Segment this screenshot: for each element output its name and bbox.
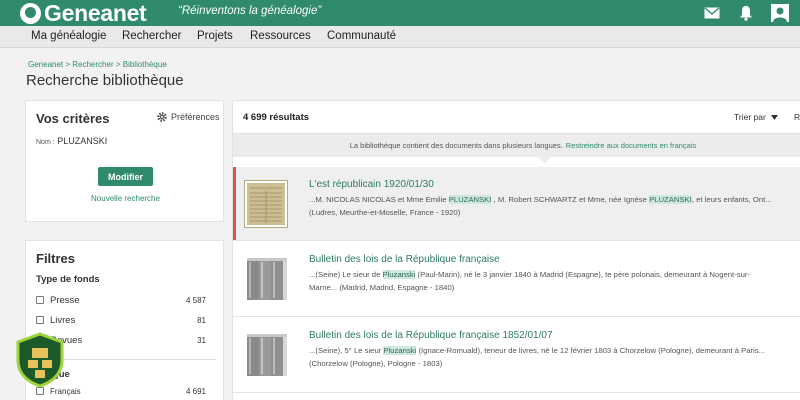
result-item[interactable]: Bulletin des lois de la République franç… xyxy=(233,318,800,393)
books-thumbnail[interactable] xyxy=(245,332,287,378)
filter-count: 4 587 xyxy=(185,295,206,305)
books-thumbnail[interactable] xyxy=(245,256,287,302)
caret-down-icon xyxy=(770,114,778,120)
nav-projets[interactable]: Projets xyxy=(197,30,233,42)
newspaper-thumbnail[interactable] xyxy=(245,181,287,227)
highlight: PLUZANSKI xyxy=(649,195,692,204)
preferences-link[interactable]: Préférences xyxy=(157,112,220,122)
filter-livres[interactable]: Livres 81 xyxy=(36,313,206,327)
checkbox[interactable] xyxy=(36,316,44,324)
notice-arrow xyxy=(539,157,551,163)
snippet-text: (Ignace-Romuald), teneur de livres, né l… xyxy=(416,346,766,355)
restrict-french-link[interactable]: Restreindre aux documents en français xyxy=(566,141,697,150)
brand-name: Geneanet xyxy=(44,0,147,26)
highlight: Pluzanski xyxy=(382,270,416,279)
result-item[interactable]: L'est républicain 1920/01/30 ...M. NICOL… xyxy=(233,167,800,241)
filters-title: Filtres xyxy=(36,251,76,266)
checkbox[interactable] xyxy=(36,387,44,395)
main-nav: Ma généalogie Rechercher Projets Ressour… xyxy=(0,26,800,48)
fonds-type-title: Type de fonds xyxy=(36,274,100,285)
nav-communaute[interactable]: Communauté xyxy=(327,30,396,42)
modify-button[interactable]: Modifier xyxy=(98,167,153,186)
snippet-text: ...(Seine), 5° Le sieur xyxy=(309,346,384,355)
criteria-panel: Vos critères Préférences Nom : PLUZANSKI… xyxy=(25,100,224,222)
results-panel: 4 699 résultats Trier par R La bibliothè… xyxy=(232,100,800,400)
nav-ressources[interactable]: Ressources xyxy=(250,30,311,42)
result-meta: Marne... (Madrid, Madrid, Espagne - 1840… xyxy=(309,283,455,292)
shield-badge-icon[interactable] xyxy=(16,332,64,388)
tree-logo-icon xyxy=(20,2,41,24)
result-meta: (Chorzelow (Pologne), Pologne - 1803) xyxy=(309,359,443,368)
active-indicator xyxy=(233,167,236,240)
gear-icon xyxy=(157,112,167,122)
name-label: Nom : xyxy=(36,139,55,146)
sort-label: Trier par xyxy=(734,112,766,122)
name-value: PLUZANSKI xyxy=(57,136,108,146)
result-item[interactable]: Bulletin des lois de la République franç… xyxy=(233,242,800,317)
result-title[interactable]: Bulletin des lois de la République franç… xyxy=(309,254,500,265)
snippet-text: , M. Robert SCHWARTZ et Mme, née Ignèse xyxy=(491,195,650,204)
result-title[interactable]: L'est républicain 1920/01/30 xyxy=(309,179,434,190)
results-count: 4 699 résultats xyxy=(243,112,310,123)
snippet-text: ...M. NICOLAS NICOLAS et Mme Emilie xyxy=(309,195,449,204)
filter-label: Presse xyxy=(50,294,80,306)
preferences-label: Préférences xyxy=(171,112,220,122)
mail-icon[interactable] xyxy=(702,3,722,23)
sort-extra[interactable]: R xyxy=(794,112,800,122)
language-notice: La bibliothèque contient des documents d… xyxy=(233,134,800,157)
sort-dropdown[interactable]: Trier par xyxy=(734,112,778,122)
snippet-text: , et leurs enfants, Ont... xyxy=(691,195,772,204)
user-icon[interactable] xyxy=(770,3,790,23)
top-bar: Geneanet “Réinventons la généalogie” xyxy=(0,0,800,26)
criteria-name: Nom : PLUZANSKI xyxy=(36,136,107,146)
criteria-title: Vos critères xyxy=(36,111,110,126)
bell-icon[interactable] xyxy=(736,3,756,23)
result-meta: (Ludres, Meurthe-et-Moselle, France - 19… xyxy=(309,208,461,217)
filter-presse[interactable]: Presse 4 587 xyxy=(36,293,206,307)
page-title: Recherche bibliothèque xyxy=(26,72,184,89)
notice-text: La bibliothèque contient des documents d… xyxy=(349,141,563,150)
snippet-text: (Paul-Marin), né le 3 janvier 1840 à Mad… xyxy=(415,270,750,279)
breadcrumb[interactable]: Geneanet > Rechercher > Bibliothèque xyxy=(28,60,167,69)
result-snippet: ...(Seine) Le sieur de Pluzanski (Paul-M… xyxy=(309,268,800,294)
geneanet-logo[interactable]: Geneanet xyxy=(20,0,147,26)
filter-label: Livres xyxy=(50,314,76,326)
checkbox[interactable] xyxy=(36,296,44,304)
highlight: Pluzanski xyxy=(383,346,417,355)
nav-rechercher[interactable]: Rechercher xyxy=(122,30,181,42)
nav-ma-genealogie[interactable]: Ma généalogie xyxy=(31,30,106,42)
new-search-link[interactable]: Nouvelle recherche xyxy=(26,194,225,203)
result-snippet: ...(Seine), 5° Le sieur Pluzanski (Ignac… xyxy=(309,344,800,370)
result-title[interactable]: Bulletin des lois de la République franç… xyxy=(309,330,553,341)
filter-count: 31 xyxy=(197,335,206,345)
filter-count: 81 xyxy=(197,315,206,325)
highlight: PLUZANSKI xyxy=(448,195,492,204)
snippet-text: ...(Seine) Le sieur de xyxy=(309,270,383,279)
filter-count: 4 691 xyxy=(185,386,206,396)
slogan: “Réinventons la généalogie” xyxy=(178,5,322,17)
result-snippet: ...M. NICOLAS NICOLAS et Mme Emilie PLUZ… xyxy=(309,193,800,219)
